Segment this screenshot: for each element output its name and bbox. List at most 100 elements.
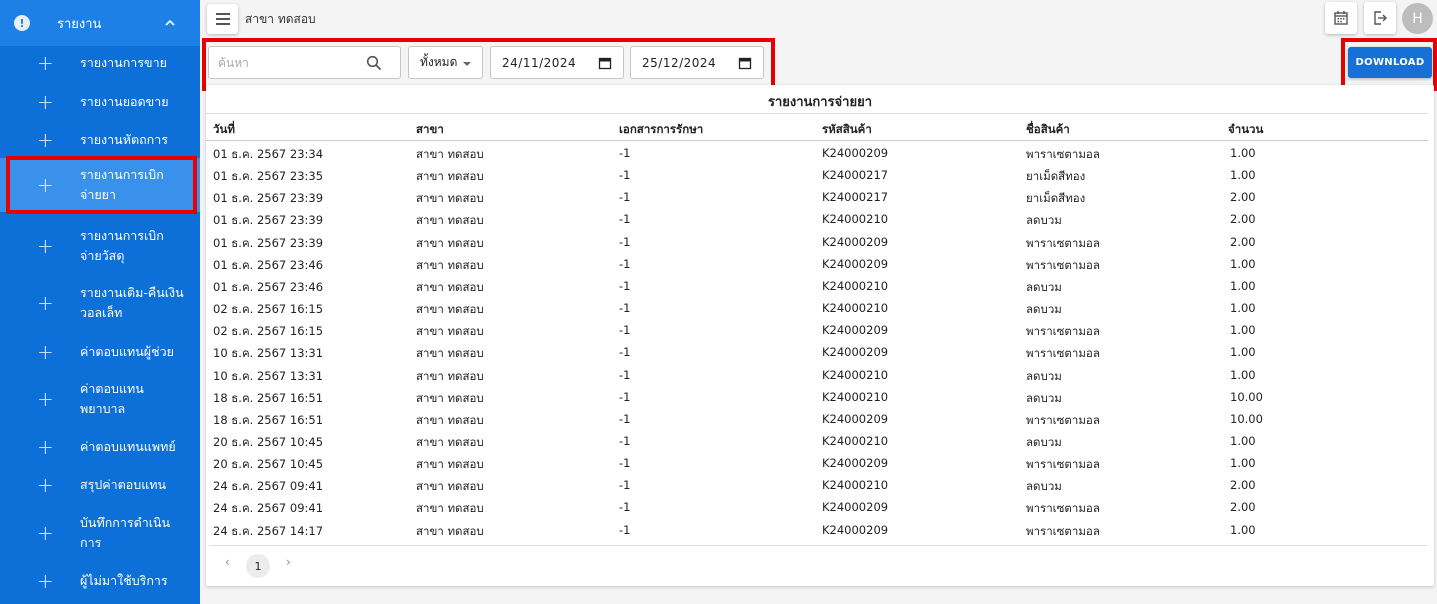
sidebar-item-supply-dispense-report[interactable]: + รายงานการเบิกจ่ายวัสดุ	[0, 222, 200, 270]
plus-icon: +	[37, 340, 54, 364]
cell-date: 01 ธ.ค. 2567 23:46	[213, 257, 324, 272]
search-input[interactable]	[209, 55, 359, 70]
cell-date: 01 ธ.ค. 2567 23:34	[213, 147, 324, 161]
cell-document: -1	[619, 456, 631, 471]
table-row[interactable]: 01 ธ.ค. 2567 23:46 สาขา ทดสอบ -1 K24000210 ล…	[206, 276, 1428, 298]
column-header-product-name[interactable]: ชื่อสินค้า	[1026, 121, 1070, 139]
cell-date: 20 ธ.ค. 2567 10:45	[213, 457, 324, 472]
menu-toggle-button[interactable]	[207, 4, 238, 34]
filter-select[interactable]: ทั้งหมด	[408, 46, 483, 79]
table-row[interactable]: 24 ธ.ค. 2567 09:41 สาขา ทดสอบ -1 K24000210 ล…	[206, 475, 1428, 497]
cell-quantity: 1.00	[1230, 456, 1256, 471]
table-row[interactable]: 20 ธ.ค. 2567 10:45 สาขา ทดสอบ -1 K24000210 ล…	[206, 431, 1428, 453]
cell-branch: สาขา ทดสอบ	[416, 479, 484, 494]
cell-product-code: K24000209	[822, 256, 889, 271]
cell-product-code: K24000209	[822, 522, 889, 537]
sidebar-item-no-show[interactable]: + ผู้ไม่มาใช้บริการ	[0, 566, 200, 596]
cell-document: -1	[619, 367, 631, 382]
cell-branch: สาขา ทดสอบ	[416, 213, 484, 228]
table-row[interactable]: 24 ธ.ค. 2567 14:17 สาขา ทดสอบ -1 K24000209 พ…	[206, 520, 1428, 542]
table-row[interactable]: 24 ธ.ค. 2567 09:41 สาขา ทดสอบ -1 K24000209 พ…	[206, 497, 1428, 519]
cell-product-name: ลดบวม	[1026, 368, 1062, 383]
cell-quantity: 2.00	[1230, 234, 1256, 249]
cell-product-code: K24000210	[822, 278, 889, 293]
column-header-product-code[interactable]: รหัสสินค้า	[822, 121, 872, 139]
sidebar-item-nurse-fee[interactable]: + ค่าตอบแทนพยาบาล	[0, 375, 200, 423]
logout-icon	[1374, 11, 1387, 25]
column-header-document[interactable]: เอกสารการรักษา	[619, 121, 703, 139]
table-row[interactable]: 01 ธ.ค. 2567 23:46 สาขา ทดสอบ -1 K24000209 พ…	[206, 254, 1428, 276]
date-to-input[interactable]: 25/12/2024	[630, 46, 764, 79]
table-row[interactable]: 18 ธ.ค. 2567 16:51 สาขา ทดสอบ -1 K24000209 พ…	[206, 409, 1428, 431]
cell-document: -1	[619, 146, 631, 160]
cell-product-code: K24000209	[822, 456, 889, 471]
column-header-branch[interactable]: สาขา	[416, 121, 444, 139]
calendar-icon[interactable]	[598, 56, 612, 70]
logout-button[interactable]	[1364, 2, 1396, 34]
table-row[interactable]: 02 ธ.ค. 2567 16:15 สาขา ทดสอบ -1 K24000209 พ…	[206, 320, 1428, 342]
column-header-quantity[interactable]: จำนวน	[1228, 121, 1263, 139]
table-row[interactable]: 01 ธ.ค. 2567 23:34 สาขา ทดสอบ -1 K24000209 พ…	[206, 143, 1428, 165]
table-row[interactable]: 10 ธ.ค. 2567 13:31 สาขา ทดสอบ -1 K24000210 ล…	[206, 365, 1428, 387]
sidebar-item-activity-log[interactable]: + บันทึกการดำเนินการ	[0, 509, 200, 557]
table-row[interactable]: 01 ธ.ค. 2567 23:39 สาขา ทดสอบ -1 K24000209 พ…	[206, 232, 1428, 254]
table-row[interactable]: 01 ธ.ค. 2567 23:35 สาขา ทดสอบ -1 K24000217 ย…	[206, 165, 1428, 187]
cell-branch: สาขา ทดสอบ	[416, 279, 484, 294]
cell-quantity: 10.00	[1230, 389, 1263, 404]
calendar-icon[interactable]	[738, 56, 752, 70]
date-from-input[interactable]: 24/11/2024	[490, 46, 624, 79]
filter-select-value: ทั้งหมด	[420, 55, 458, 69]
cell-quantity: 2.00	[1230, 500, 1256, 515]
cell-quantity: 1.00	[1230, 345, 1256, 360]
sidebar-item-sales-report[interactable]: + รายงานการขาย	[0, 48, 200, 78]
chevron-up-icon	[165, 19, 175, 26]
cell-date: 02 ธ.ค. 2567 16:15	[213, 324, 324, 339]
hamburger-icon	[215, 18, 230, 20]
page-button-current[interactable]: 1	[246, 554, 270, 578]
sidebar-item-wallet-report[interactable]: + รายงานเติม-คืนเงินวอลเล็ท	[0, 279, 200, 327]
avatar[interactable]: H	[1402, 3, 1433, 34]
table-row[interactable]: 18 ธ.ค. 2567 16:51 สาขา ทดสอบ -1 K24000210 ล…	[206, 387, 1428, 409]
column-header-date[interactable]: วันที่	[213, 121, 235, 139]
plus-icon: +	[37, 173, 54, 197]
calendar-icon	[1334, 11, 1348, 25]
hamburger-icon	[215, 13, 230, 15]
prev-page-icon[interactable]: ‹	[225, 555, 230, 569]
branch-name: สาขา ทดสอบ	[245, 12, 316, 26]
cell-branch: สาขา ทดสอบ	[416, 235, 484, 250]
sidebar-item-drug-dispense-report[interactable]: + รายงานการเบิกจ่ายยา	[0, 158, 200, 212]
search-icon[interactable]	[366, 55, 382, 71]
cell-product-code: K24000210	[822, 389, 889, 404]
sidebar-item-sales-total[interactable]: + รายงานยอดขาย	[0, 87, 200, 117]
sidebar-item-doctor-fee[interactable]: + ค่าตอบแทนแพทย์	[0, 432, 200, 462]
sidebar-item-assistant-fee[interactable]: + ค่าตอบแทนผู้ช่วย	[0, 337, 200, 367]
cell-product-code: K24000210	[822, 478, 889, 493]
sidebar: ! รายงาน + รายงานการขาย + รายงานยอดขาย +…	[0, 0, 200, 604]
cell-branch: สาขา ทดสอบ	[416, 302, 484, 317]
sidebar-item-fee-summary[interactable]: + สรุปค่าตอบแทน	[0, 470, 200, 500]
cell-document: -1	[619, 500, 631, 515]
cell-date: 20 ธ.ค. 2567 10:45	[213, 434, 324, 449]
sidebar-item-procedure-report[interactable]: + รายงานหัตถการ	[0, 125, 200, 155]
next-page-icon[interactable]: ›	[286, 555, 291, 569]
cell-date: 01 ธ.ค. 2567 23:39	[213, 191, 324, 206]
plus-icon: +	[37, 291, 54, 315]
table-row[interactable]: 01 ธ.ค. 2567 23:39 สาขา ทดสอบ -1 K24000217 ย…	[206, 187, 1428, 209]
cell-date: 10 ธ.ค. 2567 13:31	[213, 368, 324, 383]
table-row[interactable]: 01 ธ.ค. 2567 23:39 สาขา ทดสอบ -1 K24000210 ล…	[206, 209, 1428, 231]
table-row[interactable]: 02 ธ.ค. 2567 16:15 สาขา ทดสอบ -1 K24000210 ล…	[206, 298, 1428, 320]
hamburger-icon	[215, 23, 230, 25]
download-button[interactable]: DOWNLOAD	[1348, 47, 1432, 78]
calendar-button[interactable]	[1325, 2, 1357, 34]
sidebar-item-label: ค่าตอบแทนผู้ช่วย	[80, 344, 174, 359]
sidebar-item-label: สรุปค่าตอบแทน	[80, 477, 167, 492]
table-row[interactable]: 20 ธ.ค. 2567 10:45 สาขา ทดสอบ -1 K24000209 พ…	[206, 453, 1428, 475]
plus-icon: +	[37, 51, 54, 75]
table-row[interactable]: 10 ธ.ค. 2567 13:31 สาขา ทดสอบ -1 K24000209 พ…	[206, 342, 1428, 364]
divider	[206, 113, 1428, 114]
plus-icon: +	[37, 90, 54, 114]
cell-branch: สาขา ทดสอบ	[416, 434, 484, 449]
sidebar-header-reports[interactable]: ! รายงาน	[0, 0, 200, 46]
cell-document: -1	[619, 256, 631, 271]
cell-quantity: 1.00	[1230, 256, 1256, 271]
